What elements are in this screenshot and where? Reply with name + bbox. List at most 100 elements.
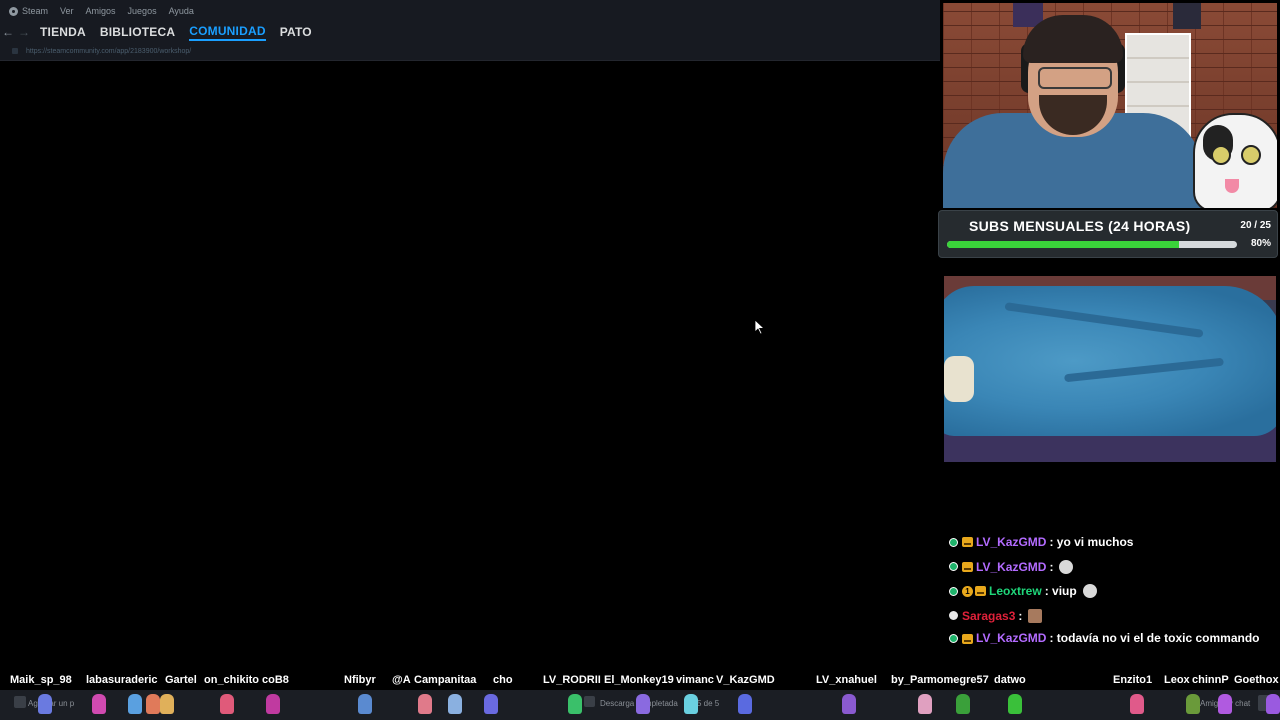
tab-biblioteca[interactable]: BIBLIOTECA (100, 25, 175, 39)
viewer-avatar-sprite (220, 694, 234, 714)
viewer-avatar-sprite (1218, 694, 1232, 714)
viewer-name: V_KazGMD (716, 674, 775, 686)
viewer-name: LV_xnahuel (816, 674, 877, 686)
tab-pato[interactable]: PATO (280, 25, 312, 39)
viewer-name: Campanitaa (414, 674, 477, 686)
forward-arrow-icon[interactable]: → (16, 25, 32, 39)
back-arrow-icon[interactable]: ← (0, 25, 16, 39)
viewer-name: @A (392, 674, 411, 686)
chat-text: : (1049, 559, 1054, 574)
sub-badge-icon (949, 611, 958, 621)
stream-chat: LV_KazGMD: yo vi muchos LV_KazGMD:1 Leoxtr… (949, 530, 1274, 648)
web-content-area (0, 61, 940, 676)
wall-poster (1173, 3, 1201, 29)
menu-steam[interactable]: Steam (22, 6, 48, 16)
viewer-name: Nfibyr (344, 674, 376, 686)
add-game-icon[interactable] (14, 696, 26, 708)
menu-ver[interactable]: Ver (60, 6, 74, 16)
sub-goal-progress-fill (947, 241, 1179, 248)
viewer-avatar-sprite (842, 694, 856, 714)
viewer-name: vimanc (676, 674, 714, 686)
viewer-name: El_Monkey19 (604, 674, 674, 686)
chat-message: LV_KazGMD: yo vi muchos (949, 530, 1274, 555)
sub-goal-percent: 80% (1250, 238, 1271, 249)
cat-mascot-icon (1193, 113, 1277, 208)
chat-username[interactable]: LV_KazGMD (976, 560, 1046, 574)
secondary-camera (944, 276, 1276, 462)
viewer-name: Maik_sp_98 (10, 674, 72, 686)
viewer-name: by_Pan (891, 674, 931, 686)
face-emote-icon (1028, 608, 1043, 623)
blue-blanket (944, 286, 1276, 436)
viewer-name: on_chikito (204, 674, 260, 686)
pillow (944, 356, 974, 402)
chat-message: LV_KazGMD: todavía no vi el de toxic com… (949, 628, 1274, 648)
steam-menubar: Steam Ver Amigos Juegos Ayuda (0, 0, 940, 22)
viewer-name: chinnP (1192, 674, 1229, 686)
tab-tienda[interactable]: TIENDA (40, 25, 86, 39)
viewer-name: LV_RODRII (543, 674, 601, 686)
viewer-name: momegre57 (927, 674, 989, 686)
chat-username[interactable]: Saragas3 (962, 609, 1015, 623)
sub-goal-progress-bar (947, 241, 1237, 248)
viewer-avatar-sprite (160, 694, 174, 714)
chat-message: LV_KazGMD: (949, 555, 1274, 580)
viewer-avatar-sprite (1186, 694, 1200, 714)
chat-text: : (1018, 608, 1023, 623)
chat-username[interactable]: LV_KazGMD (976, 631, 1046, 645)
sub-goal-title: SUBS MENSUALES (24 HORAS) (969, 218, 1191, 234)
viewer-name: coB8 (262, 674, 289, 686)
viewer-avatar-sprite (568, 694, 582, 714)
viewer-avatar-sprite (956, 694, 970, 714)
viewer-avatar-sprite (684, 694, 698, 714)
hand-emote-icon (1082, 584, 1097, 599)
sub-goal-widget: SUBS MENSUALES (24 HORAS) 20 / 25 80% (938, 210, 1278, 258)
url-text: https://steamcommunity.com/app/2183900/w… (26, 47, 192, 55)
menu-ayuda[interactable]: Ayuda (169, 6, 194, 16)
url-bar[interactable]: https://steamcommunity.com/app/2183900/w… (0, 42, 940, 61)
chat-text: : todavía no vi el de toxic commando (1049, 631, 1260, 645)
viewer-avatar-sprite (266, 694, 280, 714)
menu-amigos[interactable]: Amigos (86, 6, 116, 16)
crown-badge-icon (962, 633, 973, 644)
viewer-avatar-sprite (358, 694, 372, 714)
sub-badge-icon (949, 537, 958, 547)
viewer-avatar-sprite (636, 694, 650, 714)
skull-emote-icon (1059, 559, 1074, 574)
crown-badge-icon (962, 537, 973, 548)
viewer-avatar-sprite (918, 694, 932, 714)
viewer-avatar-sprite (92, 694, 106, 714)
viewer-name: Gartel (165, 674, 197, 686)
chat-message: Saragas3: (949, 604, 1274, 629)
viewer-avatar-sprite (1266, 694, 1280, 714)
chat-text: : yo vi muchos (1049, 535, 1134, 550)
sub-badge-icon (949, 634, 958, 644)
viewer-name: labasuraderic (86, 674, 158, 686)
crown-badge-icon (975, 586, 986, 597)
viewer-names-bar: Maik_sp_98 labasuraderic Gartel on_chikito c… (0, 673, 1280, 689)
gift-badge-icon: 1 (962, 585, 973, 597)
chat-username[interactable]: Leoxtrew (989, 584, 1042, 598)
lock-icon (12, 48, 18, 54)
steam-navbar: ← → TIENDA BIBLIOTECA COMUNIDAD PATO (0, 22, 940, 42)
chat-message: 1 Leoxtrew: viup (949, 579, 1274, 604)
download-count: 5 de 5 (697, 699, 720, 708)
viewer-name: cho (493, 674, 513, 686)
glasses (1038, 67, 1112, 89)
menu-juegos[interactable]: Juegos (128, 6, 157, 16)
viewer-name: datwo (994, 674, 1026, 686)
viewer-avatar-sprite (448, 694, 462, 714)
sub-badge-icon (949, 586, 958, 596)
viewer-name: Goethox (1234, 674, 1279, 686)
streamer-webcam (943, 3, 1277, 208)
viewer-avatar-sprite (146, 694, 160, 714)
chat-username[interactable]: LV_KazGMD (976, 535, 1046, 549)
viewer-avatar-sprite (484, 694, 498, 714)
viewer-name: Enzito1 (1113, 674, 1153, 686)
tab-comunidad[interactable]: COMUNIDAD (189, 24, 266, 41)
viewer-name: Leox (1164, 674, 1190, 686)
viewer-avatar-sprite (1008, 694, 1022, 714)
chat-text: : viup (1044, 584, 1077, 599)
downloads-icon[interactable] (584, 696, 595, 707)
sub-goal-count: 20 / 25 (1240, 220, 1271, 231)
